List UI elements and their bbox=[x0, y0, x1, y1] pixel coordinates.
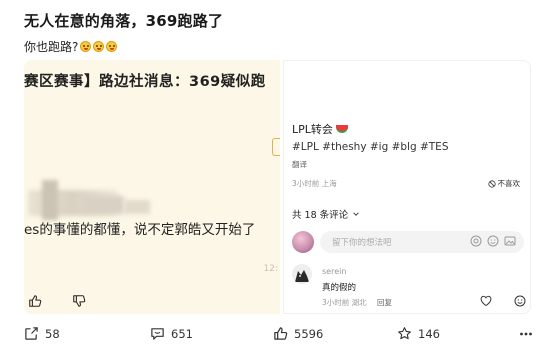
note-tags: #LPL #theshy #ig #blg #TES bbox=[292, 141, 449, 153]
share-icon bbox=[25, 327, 38, 340]
face-emoji-icon bbox=[106, 41, 118, 52]
face-emoji-icon bbox=[80, 41, 92, 52]
share-button[interactable]: 58 bbox=[24, 326, 60, 341]
face-emoji-icon bbox=[93, 41, 105, 52]
post-body: 你也跑路? bbox=[24, 38, 118, 55]
like-button[interactable]: 5596 bbox=[273, 326, 323, 341]
commenter-name: serein bbox=[322, 267, 347, 276]
blurred-region bbox=[124, 200, 150, 214]
right-image[interactable]: LPL转会 #LPL #theshy #ig #blg #TES 翻译 3小时前… bbox=[283, 60, 531, 314]
emoji-icon bbox=[487, 235, 499, 247]
comment-input-placeholder: 留下你的想法吧 bbox=[332, 238, 392, 248]
more-icon[interactable] bbox=[518, 326, 534, 342]
chevron-down-icon bbox=[353, 212, 359, 216]
comment-input: 留下你的想法吧 bbox=[320, 231, 524, 253]
image-caption: es的事懂的都懂，说不定郭皓又开始了 bbox=[24, 222, 256, 238]
comment-meta: 3小时前 湖北 回复 bbox=[322, 297, 392, 308]
post-body-text: 你也跑路? bbox=[24, 40, 79, 54]
comment-count-text: 共 18 条评论 bbox=[292, 210, 349, 221]
comment-time: 3小时前 湖北 bbox=[322, 298, 367, 307]
blurred-region bbox=[84, 196, 124, 214]
smile-icon bbox=[514, 295, 526, 307]
watermelon-icon bbox=[335, 125, 348, 133]
avatar bbox=[292, 231, 314, 253]
star-icon bbox=[398, 327, 411, 340]
image-headline: 赛区赛事】路边社消息：369疑似跑 bbox=[24, 74, 266, 90]
highlight-frame bbox=[272, 138, 280, 156]
comment-count: 共 18 条评论 bbox=[292, 207, 360, 221]
thumbs-up-icon bbox=[29, 295, 42, 307]
image-reaction-icons bbox=[28, 294, 98, 314]
favorite-button[interactable]: 146 bbox=[397, 326, 440, 341]
image-time: 12: bbox=[263, 264, 278, 274]
dislike-button: 不喜欢 bbox=[487, 178, 521, 189]
share-count: 58 bbox=[45, 326, 60, 341]
comment-button[interactable]: 651 bbox=[150, 326, 193, 341]
post-action-bar: 58 651 5596 146 bbox=[24, 326, 534, 348]
left-image[interactable]: 赛区赛事】路边社消息：369疑似跑 es的事懂的都懂，说不定郭皓又开始了 12: bbox=[24, 60, 280, 314]
like-count: 5596 bbox=[294, 326, 324, 341]
commenter-avatar bbox=[292, 264, 312, 284]
dislike-icon bbox=[487, 179, 496, 188]
image-icon bbox=[504, 236, 516, 246]
note-title: LPL转会 bbox=[292, 121, 348, 137]
note-title-text: LPL转会 bbox=[292, 123, 333, 136]
cat-avatar-icon bbox=[295, 270, 309, 282]
heart-icon bbox=[480, 295, 492, 307]
post-title: 无人在意的角落，369跑路了 bbox=[24, 12, 224, 30]
thumbs-up-icon bbox=[274, 327, 288, 340]
comment-count-label: 651 bbox=[171, 326, 193, 341]
comment-icon bbox=[151, 328, 164, 340]
dislike-label: 不喜欢 bbox=[497, 179, 521, 188]
comment-text: 真的假的 bbox=[322, 283, 357, 293]
note-meta: 3小时前 上海 bbox=[292, 179, 337, 188]
comment-input-icons bbox=[470, 235, 516, 247]
blurred-region bbox=[42, 180, 58, 220]
thumbs-down-icon bbox=[73, 295, 86, 307]
translate-link: 翻译 bbox=[292, 160, 307, 169]
at-icon bbox=[470, 235, 482, 247]
favorite-count: 146 bbox=[418, 326, 440, 341]
reply-button: 回复 bbox=[377, 298, 393, 307]
